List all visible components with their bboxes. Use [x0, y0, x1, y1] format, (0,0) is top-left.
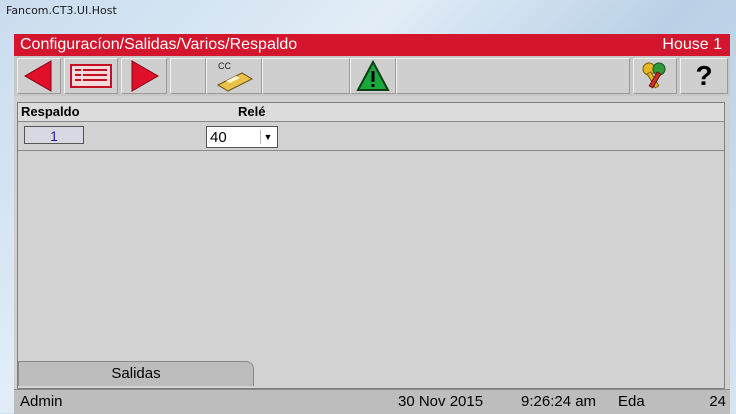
cc-tools-icon: CC — [216, 61, 254, 92]
keys-icon — [642, 62, 666, 89]
cc-label: CC — [218, 61, 231, 71]
toolbar-spacer — [262, 58, 350, 94]
header-bar: Configuracíon/Salidas/Varios/Respaldo Ho… — [14, 34, 730, 56]
toolbar-spacer — [170, 58, 206, 94]
status-user: Admin — [20, 393, 63, 410]
help-button[interactable]: ? — [680, 58, 728, 94]
column-header-rele: Relé — [238, 104, 266, 119]
respaldo-number: 1 — [24, 126, 84, 144]
respaldo-table: Respaldo Relé 1 40 ▼ — [17, 102, 725, 389]
table-row: 1 40 ▼ — [18, 122, 724, 151]
status-bar: Admin 30 Nov 2015 9:26:24 am Eda 24 — [14, 389, 730, 414]
window-title: Fancom.CT3.UI.Host — [6, 4, 117, 17]
alarm-button[interactable] — [350, 58, 396, 94]
status-flag: Eda — [618, 393, 645, 410]
help-icon: ? — [695, 60, 713, 91]
menu-button[interactable] — [64, 58, 118, 94]
right-arrow-icon — [131, 60, 160, 92]
warning-icon — [356, 59, 390, 91]
table-header: Respaldo Relé — [18, 103, 724, 122]
chevron-down-icon[interactable]: ▼ — [260, 130, 275, 144]
tab-salidas[interactable]: Salidas — [18, 361, 254, 386]
client-area: Configuracíon/Salidas/Varios/Respaldo Ho… — [14, 34, 730, 414]
house-label: House 1 — [662, 36, 722, 53]
toolbar-spacer — [396, 58, 630, 94]
rele-select[interactable]: 40 ▼ — [206, 126, 278, 148]
menu-card-icon — [70, 64, 112, 88]
rele-select-value: 40 — [210, 129, 227, 146]
breadcrumb: Configuracíon/Salidas/Varios/Respaldo — [20, 36, 298, 53]
application-window: Fancom.CT3.UI.Host Configuracíon/Salidas… — [0, 0, 736, 414]
back-button[interactable] — [17, 58, 61, 94]
cc-button[interactable]: CC — [206, 58, 262, 94]
left-arrow-icon — [23, 60, 52, 92]
column-header-respaldo: Respaldo — [21, 104, 80, 119]
forward-button[interactable] — [121, 58, 167, 94]
toolbar: CC ? — [14, 56, 730, 96]
status-time: 9:26:24 am — [521, 393, 597, 410]
status-value: 24 — [709, 393, 726, 410]
status-date: 30 Nov 2015 — [398, 393, 484, 410]
login-button[interactable] — [633, 58, 677, 94]
